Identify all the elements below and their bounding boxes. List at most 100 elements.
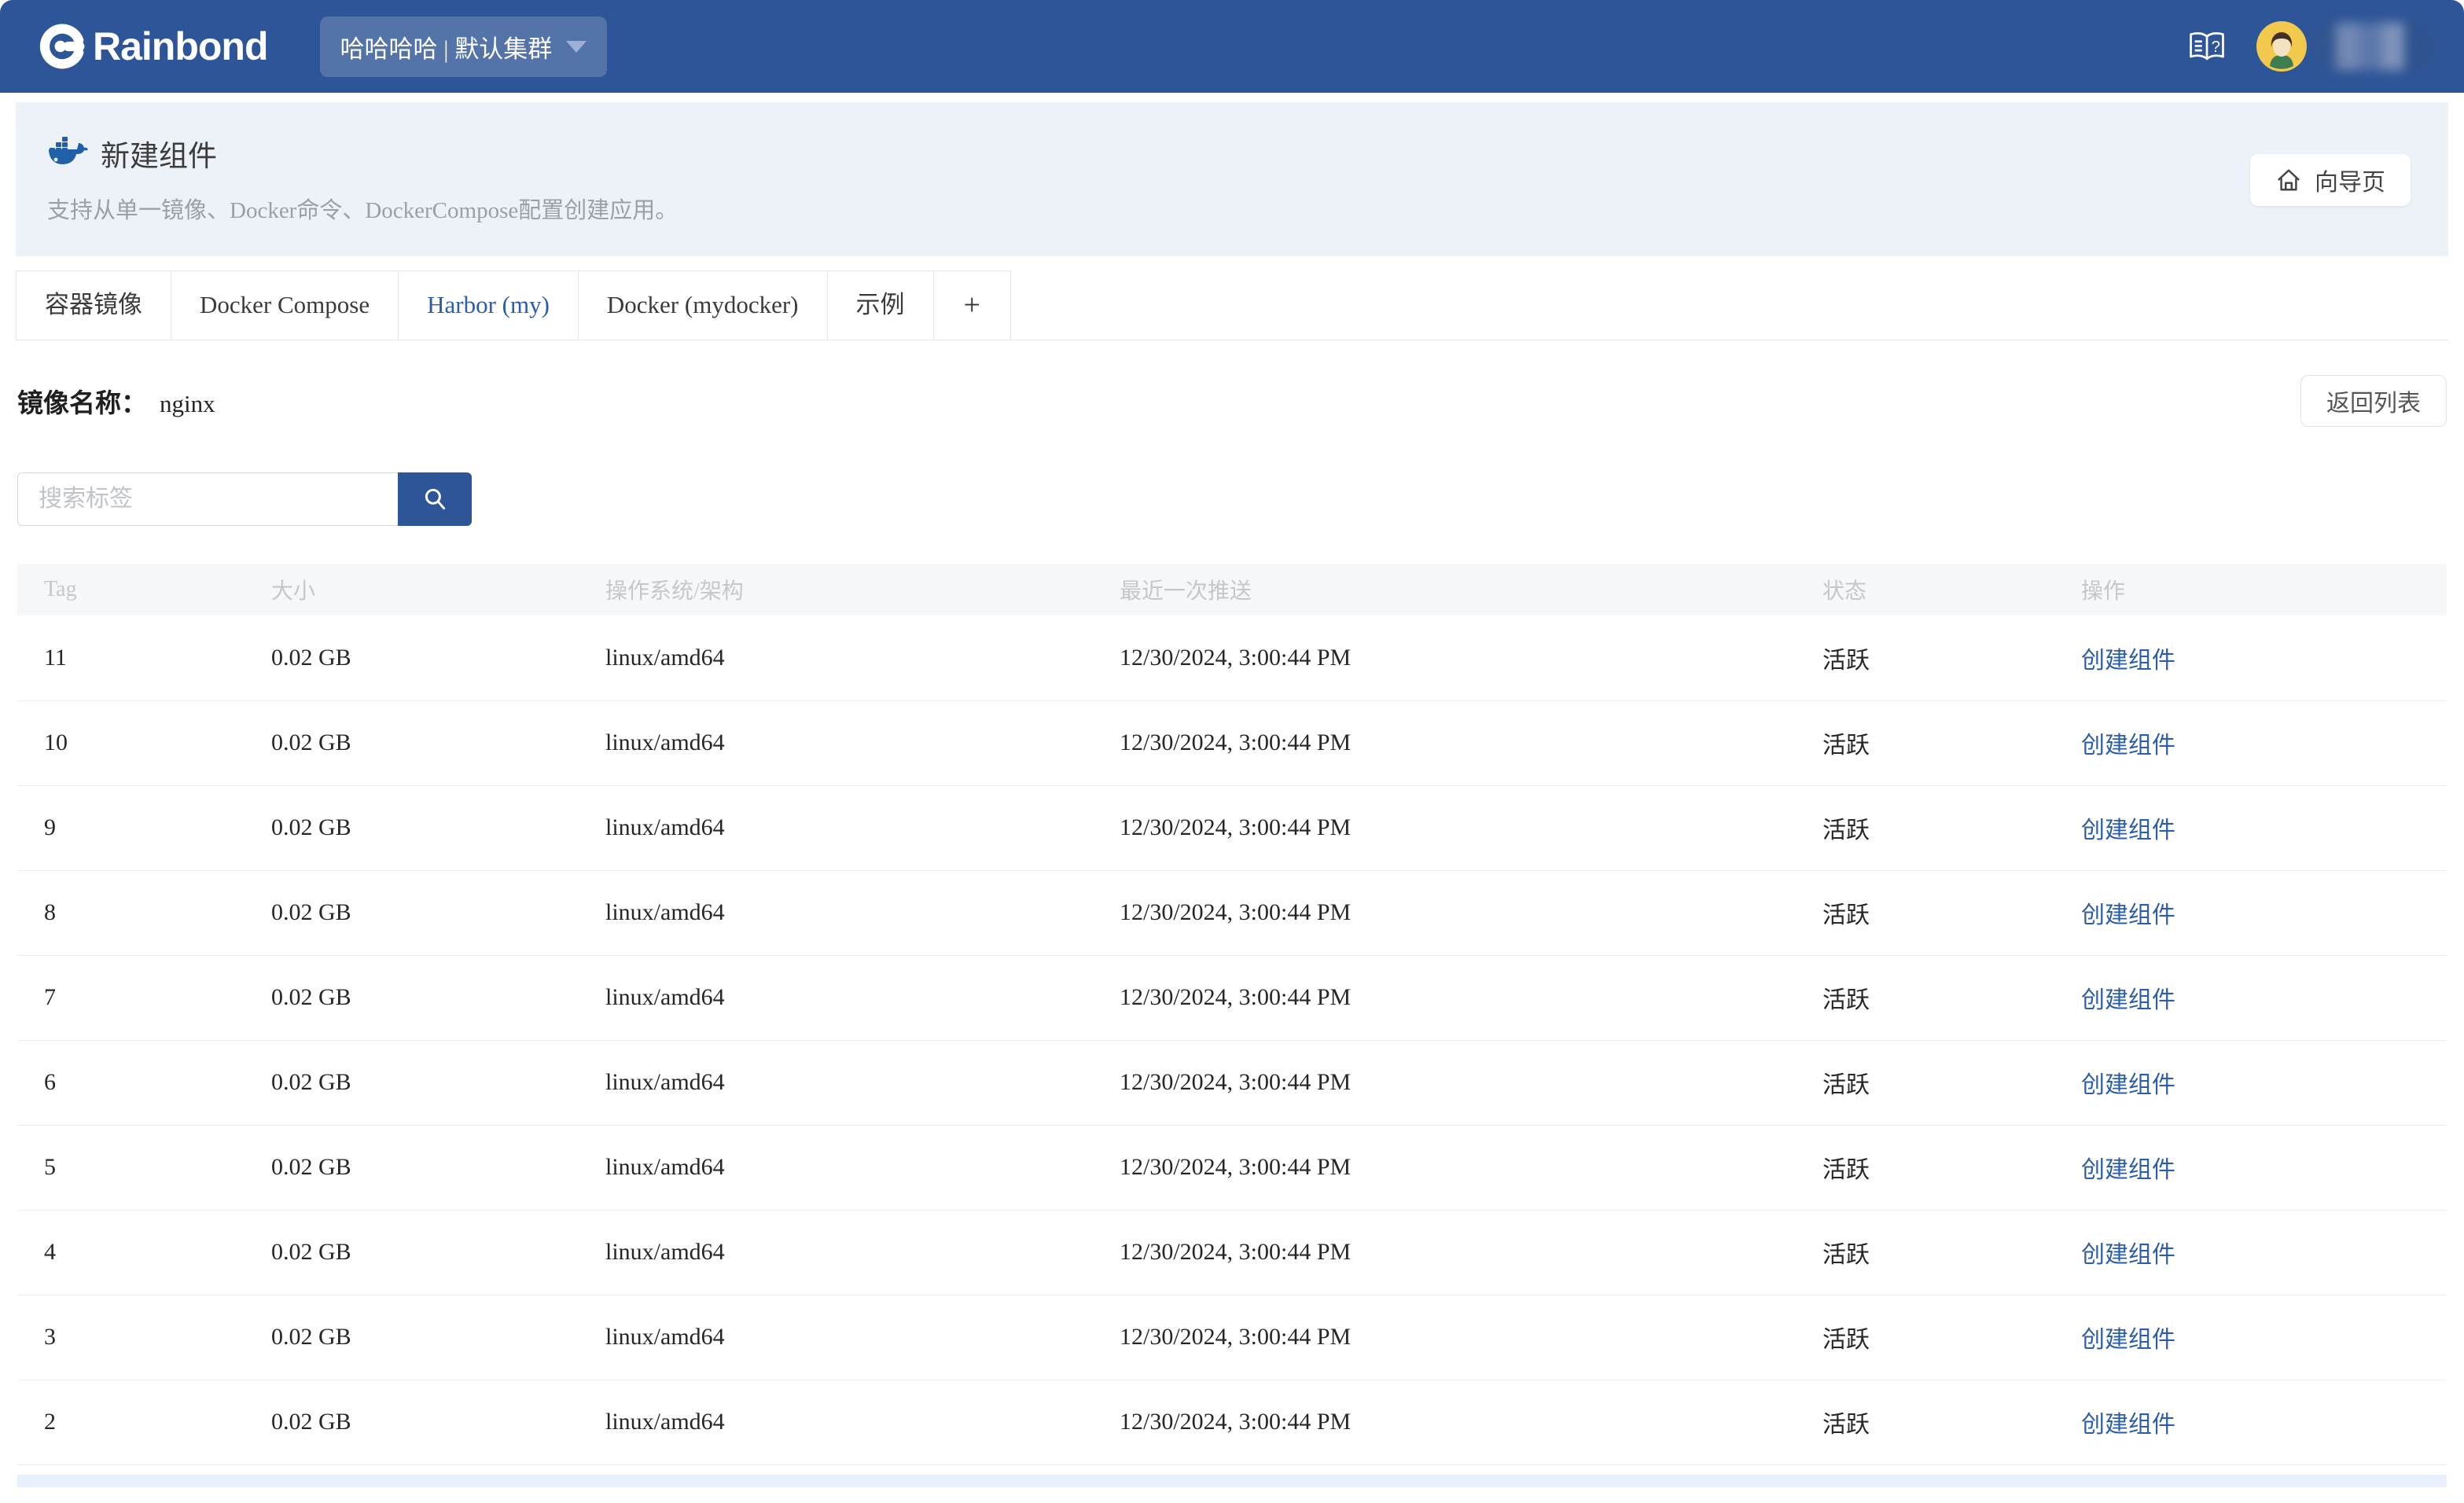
table-body: 110.02 GBlinux/amd6412/30/2024, 3:00:44 … bbox=[17, 616, 2447, 1464]
table-row: 110.02 GBlinux/amd6412/30/2024, 3:00:44 … bbox=[17, 616, 2447, 700]
search-icon bbox=[421, 486, 448, 513]
os-arch-cell: linux/amd64 bbox=[605, 1040, 1120, 1125]
table-row: 20.02 GBlinux/amd6412/30/2024, 3:00:44 P… bbox=[17, 1380, 2447, 1464]
column-header: 最近一次推送 bbox=[1120, 564, 1822, 616]
rainbond-g-icon bbox=[39, 24, 85, 69]
image-name-section: 镜像名称：nginx 返回列表 bbox=[17, 375, 2447, 427]
image-tags-table: Tag大小操作系统/架构最近一次推送状态操作 110.02 GBlinux/am… bbox=[17, 564, 2447, 1465]
size-cell: 0.02 GB bbox=[271, 616, 605, 700]
tab-bar: 容器镜像Docker ComposeHarbor (my)Docker (myd… bbox=[16, 270, 2448, 340]
last-push-cell: 12/30/2024, 3:00:44 PM bbox=[1120, 1125, 1822, 1210]
column-header: 操作系统/架构 bbox=[605, 564, 1120, 616]
column-header: Tag bbox=[17, 564, 271, 616]
tab-docker-mydocker[interactable]: Docker (mydocker) bbox=[579, 270, 828, 340]
create-component-link[interactable]: 创建组件 bbox=[2081, 1412, 2175, 1438]
status-cell: 活跃 bbox=[1822, 700, 2081, 785]
page-title: 新建组件 bbox=[101, 132, 217, 175]
size-cell: 0.02 GB bbox=[271, 1210, 605, 1295]
os-arch-cell: linux/amd64 bbox=[605, 1125, 1120, 1210]
brand-logo: Rainbond bbox=[39, 24, 268, 69]
cluster-selector-label: 哈哈哈哈 | 默认集群 bbox=[340, 29, 553, 64]
brand-name: Rainbond bbox=[93, 24, 268, 69]
action-cell: 创建组件 bbox=[2081, 616, 2447, 700]
size-cell: 0.02 GB bbox=[271, 1380, 605, 1464]
svg-text:?: ? bbox=[2212, 38, 2220, 56]
create-component-link[interactable]: 创建组件 bbox=[2081, 1157, 2175, 1183]
docs-help-icon[interactable]: ? bbox=[2187, 30, 2227, 63]
os-arch-cell: linux/amd64 bbox=[605, 616, 1120, 700]
create-component-link[interactable]: 创建组件 bbox=[2081, 648, 2175, 674]
tab-container-image[interactable]: 容器镜像 bbox=[16, 270, 171, 340]
column-header: 状态 bbox=[1822, 564, 2081, 616]
user-avatar[interactable] bbox=[2256, 21, 2307, 72]
column-header: 操作 bbox=[2081, 564, 2447, 616]
tab-harbor-my[interactable]: Harbor (my) bbox=[399, 270, 579, 340]
tab-add[interactable]: + bbox=[934, 270, 1011, 340]
last-push-cell: 12/30/2024, 3:00:44 PM bbox=[1120, 700, 1822, 785]
search-input[interactable] bbox=[17, 472, 398, 526]
size-cell: 0.02 GB bbox=[271, 785, 605, 870]
tab-docker-compose[interactable]: Docker Compose bbox=[171, 270, 399, 340]
status-cell: 活跃 bbox=[1822, 1040, 2081, 1125]
size-cell: 0.02 GB bbox=[271, 955, 605, 1040]
size-cell: 0.02 GB bbox=[271, 700, 605, 785]
table-row: 100.02 GBlinux/amd6412/30/2024, 3:00:44 … bbox=[17, 700, 2447, 785]
table-row: 90.02 GBlinux/amd6412/30/2024, 3:00:44 P… bbox=[17, 785, 2447, 870]
os-arch-cell: linux/amd64 bbox=[605, 785, 1120, 870]
top-navbar: Rainbond 哈哈哈哈 | 默认集群 ? bbox=[0, 0, 2464, 93]
os-arch-cell: linux/amd64 bbox=[605, 700, 1120, 785]
column-header: 大小 bbox=[271, 564, 605, 616]
tag-cell: 4 bbox=[17, 1210, 271, 1295]
wizard-page-button[interactable]: 向导页 bbox=[2250, 154, 2411, 206]
action-cell: 创建组件 bbox=[2081, 1210, 2447, 1295]
create-component-link[interactable]: 创建组件 bbox=[2081, 733, 2175, 759]
cluster-selector[interactable]: 哈哈哈哈 | 默认集群 bbox=[320, 17, 608, 77]
status-cell: 活跃 bbox=[1822, 870, 2081, 955]
last-push-cell: 12/30/2024, 3:00:44 PM bbox=[1120, 1210, 1822, 1295]
page-subtitle: 支持从单一镜像、Docker命令、DockerCompose配置创建应用。 bbox=[47, 192, 2448, 225]
table-row: 30.02 GBlinux/amd6412/30/2024, 3:00:44 P… bbox=[17, 1295, 2447, 1380]
last-push-cell: 12/30/2024, 3:00:44 PM bbox=[1120, 870, 1822, 955]
create-component-link[interactable]: 创建组件 bbox=[2081, 1327, 2175, 1353]
tag-cell: 7 bbox=[17, 955, 271, 1040]
os-arch-cell: linux/amd64 bbox=[605, 1295, 1120, 1380]
page-header: 新建组件 支持从单一镜像、Docker命令、DockerCompose配置创建应… bbox=[16, 102, 2448, 256]
status-cell: 活跃 bbox=[1822, 616, 2081, 700]
action-cell: 创建组件 bbox=[2081, 785, 2447, 870]
last-push-cell: 12/30/2024, 3:00:44 PM bbox=[1120, 616, 1822, 700]
search-button[interactable] bbox=[398, 472, 472, 526]
action-cell: 创建组件 bbox=[2081, 1295, 2447, 1380]
status-cell: 活跃 bbox=[1822, 785, 2081, 870]
tag-cell: 9 bbox=[17, 785, 271, 870]
last-push-cell: 12/30/2024, 3:00:44 PM bbox=[1120, 1295, 1822, 1380]
username-redacted[interactable] bbox=[2315, 23, 2433, 70]
create-component-link[interactable]: 创建组件 bbox=[2081, 902, 2175, 928]
size-cell: 0.02 GB bbox=[271, 1125, 605, 1210]
action-cell: 创建组件 bbox=[2081, 1040, 2447, 1125]
tag-cell: 6 bbox=[17, 1040, 271, 1125]
size-cell: 0.02 GB bbox=[271, 870, 605, 955]
table-row: 50.02 GBlinux/amd6412/30/2024, 3:00:44 P… bbox=[17, 1125, 2447, 1210]
create-component-link[interactable]: 创建组件 bbox=[2081, 987, 2175, 1013]
create-component-link[interactable]: 创建组件 bbox=[2081, 1242, 2175, 1268]
size-cell: 0.02 GB bbox=[271, 1040, 605, 1125]
last-push-cell: 12/30/2024, 3:00:44 PM bbox=[1120, 1040, 1822, 1125]
back-to-list-button[interactable]: 返回列表 bbox=[2300, 375, 2447, 427]
table-header-row: Tag大小操作系统/架构最近一次推送状态操作 bbox=[17, 564, 2447, 616]
last-push-cell: 12/30/2024, 3:00:44 PM bbox=[1120, 785, 1822, 870]
status-cell: 活跃 bbox=[1822, 1295, 2081, 1380]
tag-cell: 8 bbox=[17, 870, 271, 955]
table-row: 80.02 GBlinux/amd6412/30/2024, 3:00:44 P… bbox=[17, 870, 2447, 955]
os-arch-cell: linux/amd64 bbox=[605, 955, 1120, 1040]
tag-search-bar bbox=[17, 472, 2447, 526]
os-arch-cell: linux/amd64 bbox=[605, 1380, 1120, 1464]
status-cell: 活跃 bbox=[1822, 1380, 2081, 1464]
create-component-link[interactable]: 创建组件 bbox=[2081, 1072, 2175, 1098]
tag-cell: 10 bbox=[17, 700, 271, 785]
action-cell: 创建组件 bbox=[2081, 1380, 2447, 1464]
docker-whale-icon bbox=[47, 137, 88, 170]
table-row: 40.02 GBlinux/amd6412/30/2024, 3:00:44 P… bbox=[17, 1210, 2447, 1295]
tab-example[interactable]: 示例 bbox=[828, 270, 934, 340]
create-component-link[interactable]: 创建组件 bbox=[2081, 818, 2175, 843]
status-cell: 活跃 bbox=[1822, 955, 2081, 1040]
